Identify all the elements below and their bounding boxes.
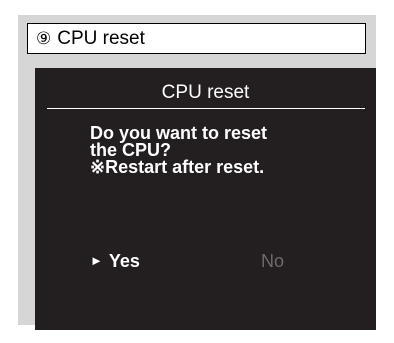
title-divider <box>47 108 365 109</box>
yes-option-label: Yes <box>108 251 140 271</box>
figure-caption: ⑨ CPU reset <box>27 23 366 54</box>
yes-option[interactable]: ► Yes <box>90 251 140 271</box>
confirmation-message: Do you want to reset the CPU? ※Restart a… <box>90 124 267 177</box>
no-option[interactable]: No <box>261 251 284 271</box>
caption-step-number: ⑨ <box>36 28 52 48</box>
caption-text: CPU reset <box>57 27 145 49</box>
figure-frame: ⑨ CPU reset CPU reset Do you want to res… <box>18 15 376 330</box>
screen-title: CPU reset <box>161 82 250 103</box>
no-option-label: No <box>261 251 285 271</box>
message-line-3: ※Restart after reset. <box>90 157 265 177</box>
device-screen: CPU reset Do you want to reset the CPU? … <box>35 68 376 330</box>
selection-cursor-icon: ► <box>90 253 103 268</box>
